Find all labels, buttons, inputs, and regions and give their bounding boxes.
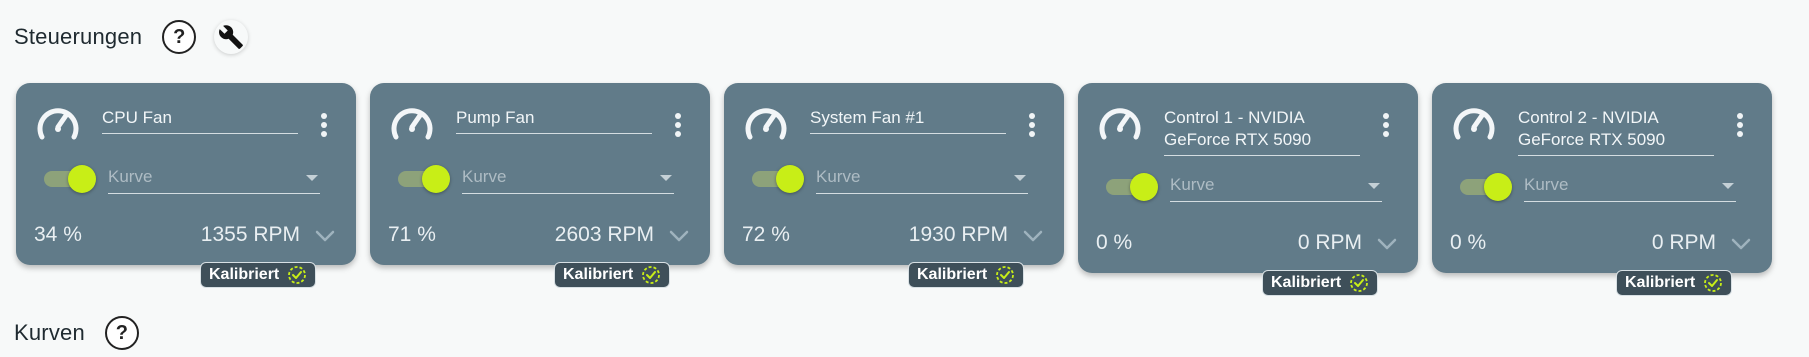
more-vert-icon[interactable] — [1736, 113, 1744, 143]
curves-help-button[interactable]: ? — [104, 316, 139, 350]
expand-chevron-icon[interactable] — [314, 229, 336, 243]
expand-chevron-icon[interactable] — [1730, 237, 1752, 251]
fan-name-line1: Pump Fan — [456, 108, 535, 127]
controls-title: Steuerungen — [14, 24, 143, 49]
calibrated-badge: Kalibriert — [1262, 270, 1379, 296]
expand-chevron-icon[interactable] — [668, 229, 690, 243]
calibrated-label: Kalibriert — [917, 266, 988, 283]
control-card: Control 2 - NVIDIA GeForce RTX 5090 Kurv… — [1432, 83, 1772, 273]
dropdown-caret-icon — [1368, 183, 1380, 189]
fan-name-input[interactable]: CPU Fan — [102, 107, 298, 134]
more-vert-icon[interactable] — [320, 113, 328, 143]
fan-name-input[interactable]: Control 1 - NVIDIA GeForce RTX 5090 — [1164, 107, 1360, 156]
fan-name-line2: GeForce RTX 5090 — [1518, 130, 1666, 149]
gauge-icon — [37, 108, 79, 140]
calibrated-badge: Kalibriert — [908, 262, 1025, 288]
control-card: CPU Fan Kurve 34 % 1355 RPM — [16, 83, 356, 265]
dropdown-caret-icon — [306, 175, 318, 181]
curve-select[interactable]: Kurve — [108, 167, 320, 194]
calibrated-check-icon — [1350, 274, 1369, 292]
curve-select-placeholder: Kurve — [462, 167, 507, 186]
calibrated-check-icon — [996, 266, 1015, 284]
calibrated-check-icon — [288, 266, 307, 284]
controls-help-button[interactable]: ? — [162, 20, 197, 54]
gauge-icon — [1453, 108, 1495, 140]
help-icon: ? — [173, 25, 186, 48]
fan-rpm: 1355 RPM — [200, 223, 300, 246]
fan-rpm: 0 RPM — [1651, 231, 1716, 254]
fan-name-line2: GeForce RTX 5090 — [1164, 130, 1312, 149]
curve-select[interactable]: Kurve — [1524, 175, 1736, 202]
calibrated-label: Kalibriert — [563, 266, 634, 283]
calibrated-badge: Kalibriert — [1616, 270, 1733, 296]
fan-name-input[interactable]: Pump Fan — [456, 107, 652, 134]
gauge-icon — [745, 108, 787, 140]
enable-toggle[interactable] — [1458, 173, 1512, 201]
fan-percent: 72 % — [742, 223, 790, 246]
fan-name-line1: Control 1 - NVIDIA — [1164, 108, 1305, 127]
control-card: System Fan #1 Kurve 72 % 1930 RPM — [724, 83, 1064, 265]
fan-name-line1: CPU Fan — [102, 108, 172, 127]
calibrated-label: Kalibriert — [1625, 274, 1696, 291]
gauge-icon — [391, 108, 433, 140]
more-vert-icon[interactable] — [674, 113, 682, 143]
calibrated-label: Kalibriert — [209, 266, 280, 283]
help-icon: ? — [115, 321, 129, 344]
curve-select-placeholder: Kurve — [1170, 175, 1215, 194]
fan-rpm: 0 RPM — [1297, 231, 1362, 254]
calibrated-label: Kalibriert — [1271, 274, 1342, 291]
enable-toggle[interactable] — [1104, 173, 1158, 201]
dropdown-caret-icon — [1014, 175, 1026, 181]
curve-select[interactable]: Kurve — [1170, 175, 1382, 202]
expand-chevron-icon[interactable] — [1022, 229, 1044, 243]
enable-toggle[interactable] — [396, 165, 450, 193]
control-card: Control 1 - NVIDIA GeForce RTX 5090 Kurv… — [1078, 83, 1418, 273]
enable-toggle[interactable] — [750, 165, 804, 193]
calibrated-check-icon — [642, 266, 661, 284]
curve-select-placeholder: Kurve — [816, 167, 861, 186]
controls-settings-button[interactable] — [214, 20, 248, 54]
more-vert-icon[interactable] — [1382, 113, 1390, 143]
fan-percent: 71 % — [388, 223, 436, 246]
curves-section-header: Kurven ? — [14, 316, 157, 350]
calibrated-check-icon — [1704, 274, 1723, 292]
control-card: Pump Fan Kurve 71 % 2603 RPM — [370, 83, 710, 265]
dropdown-caret-icon — [660, 175, 672, 181]
fan-percent: 0 % — [1096, 231, 1133, 254]
fan-percent: 34 % — [34, 223, 82, 246]
gauge-icon — [1099, 108, 1141, 140]
curves-title: Kurven — [14, 320, 85, 345]
fan-name-line1: System Fan #1 — [810, 108, 925, 127]
calibrated-badge: Kalibriert — [200, 262, 317, 288]
curve-select-placeholder: Kurve — [1524, 175, 1569, 194]
fan-percent: 0 % — [1450, 231, 1487, 254]
controls-section-header: Steuerungen ? — [14, 20, 266, 54]
wrench-icon — [219, 25, 244, 49]
dropdown-caret-icon — [1722, 183, 1734, 189]
fan-rpm: 1930 RPM — [908, 223, 1008, 246]
fan-rpm: 2603 RPM — [554, 223, 654, 246]
more-vert-icon[interactable] — [1028, 113, 1036, 143]
fan-name-input[interactable]: System Fan #1 — [810, 107, 1006, 134]
calibrated-badge: Kalibriert — [554, 262, 671, 288]
fan-name-input[interactable]: Control 2 - NVIDIA GeForce RTX 5090 — [1518, 107, 1714, 156]
enable-toggle[interactable] — [42, 165, 96, 193]
curve-select[interactable]: Kurve — [816, 167, 1028, 194]
expand-chevron-icon[interactable] — [1376, 237, 1398, 251]
fan-name-line1: Control 2 - NVIDIA — [1518, 108, 1659, 127]
curve-select-placeholder: Kurve — [108, 167, 153, 186]
curve-select[interactable]: Kurve — [462, 167, 674, 194]
